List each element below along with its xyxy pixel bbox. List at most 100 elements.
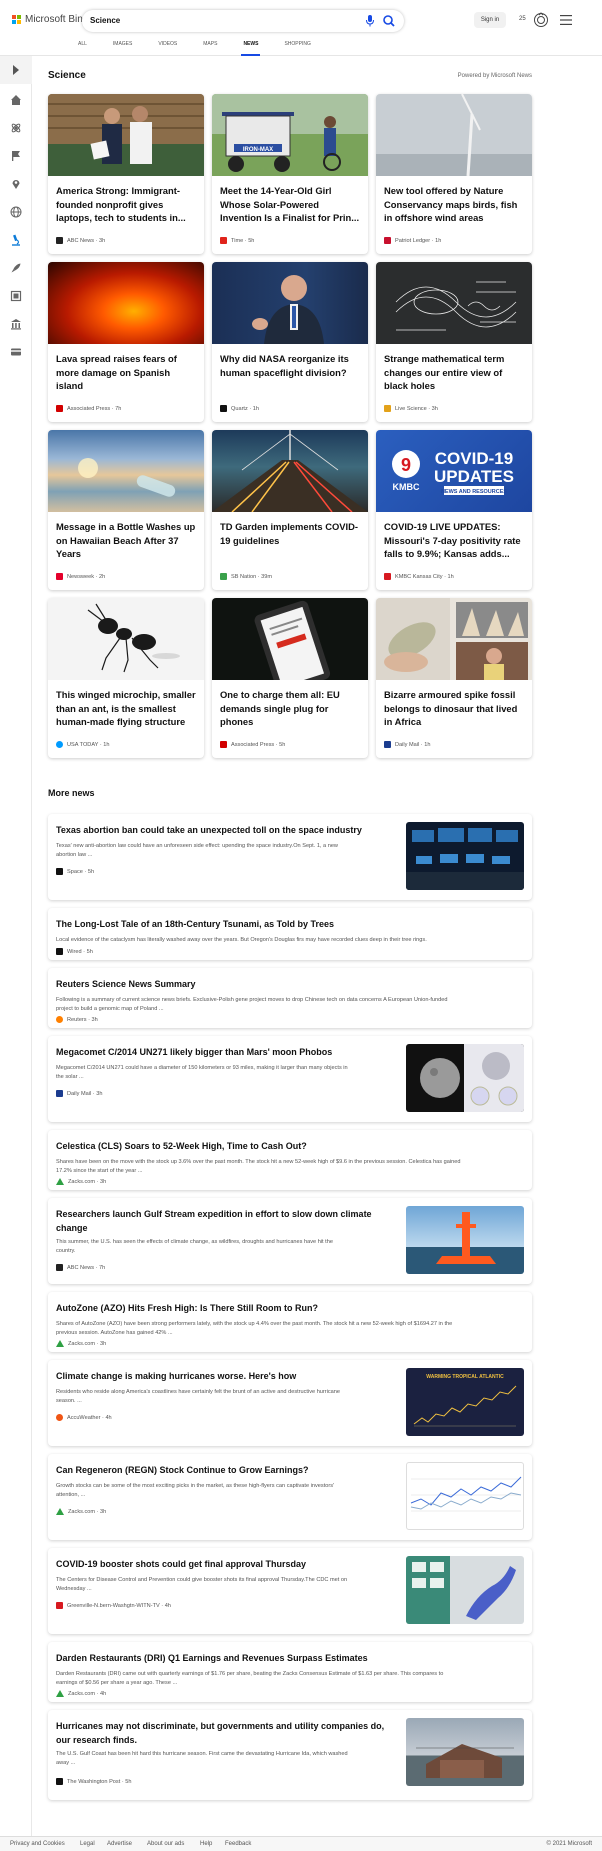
card-title[interactable]: Why did NASA reorganize its human spacef…	[220, 352, 362, 379]
building-icon[interactable]	[10, 318, 22, 330]
card-source: USA TODAY · 1h	[56, 741, 110, 748]
news-card[interactable]: America Strong: Immigrant-founded nonpro…	[48, 94, 204, 254]
card-image	[48, 262, 204, 344]
item-title[interactable]: Can Regeneron (REGN) Stock Continue to G…	[56, 1463, 396, 1477]
item-title[interactable]: Researchers launch Gulf Stream expeditio…	[56, 1207, 396, 1235]
card-icon[interactable]	[10, 346, 22, 358]
microphone-icon[interactable]	[365, 15, 375, 27]
news-card[interactable]: TD Garden implements COVID-19 guidelines…	[212, 430, 368, 590]
search-box[interactable]: Science	[82, 10, 404, 32]
news-card[interactable]: 9 KMBC COVID-19 UPDATES NEWS AND RESOURCES C…	[376, 430, 532, 590]
tab-images[interactable]: IMAGES	[113, 41, 132, 56]
card-title[interactable]: Lava spread raises fears of more damage …	[56, 352, 198, 393]
microscope-icon[interactable]	[10, 234, 22, 246]
publisher-icon	[220, 741, 227, 748]
news-card[interactable]: This winged microchip, smaller than an a…	[48, 598, 204, 758]
sign-in-button[interactable]: Sign in	[474, 12, 506, 28]
search-button[interactable]	[380, 12, 398, 30]
more-news-item[interactable]: Can Regeneron (REGN) Stock Continue to G…	[48, 1454, 532, 1540]
news-card[interactable]: Strange mathematical term changes our en…	[376, 262, 532, 422]
news-card[interactable]: Bizarre armoured spike fossil belongs to…	[376, 598, 532, 758]
news-card[interactable]: Message in a Bottle Washes up on Hawaiia…	[48, 430, 204, 590]
rocket-icon[interactable]	[10, 262, 22, 274]
footer-link-advertise[interactable]: Advertise	[107, 1841, 132, 1847]
news-card[interactable]: Lava spread raises fears of more damage …	[48, 262, 204, 422]
item-source: Space · 5h	[56, 868, 94, 875]
card-title[interactable]: Strange mathematical term changes our en…	[384, 352, 526, 393]
card-title[interactable]: This winged microchip, smaller than an a…	[56, 688, 198, 729]
more-news-item[interactable]: AutoZone (AZO) Hits Fresh High: Is There…	[48, 1292, 532, 1352]
zacks-icon	[56, 1178, 64, 1185]
item-title[interactable]: Reuters Science News Summary	[56, 977, 526, 991]
publisher-icon	[384, 405, 391, 412]
news-card[interactable]: New tool offered by Nature Conservancy m…	[376, 94, 532, 254]
publisher-icon	[220, 573, 227, 580]
powered-by[interactable]: Powered by Microsoft News	[458, 73, 532, 79]
card-title[interactable]: America Strong: Immigrant-founded nonpro…	[56, 184, 198, 225]
news-card[interactable]: One to charge them all: EU demands singl…	[212, 598, 368, 758]
more-news-item[interactable]: Celestica (CLS) Soars to 52-Week High, T…	[48, 1130, 532, 1190]
tab-videos[interactable]: VIDEOS	[158, 41, 177, 56]
card-title[interactable]: COVID-19 LIVE UPDATES: Missouri's 7-day …	[384, 520, 526, 561]
more-news-item[interactable]: COVID-19 booster shots could get final a…	[48, 1548, 532, 1634]
publisher-icon	[56, 1264, 63, 1271]
card-source: SB Nation · 39m	[220, 573, 272, 580]
footer-link-legal[interactable]: Legal	[80, 1841, 95, 1847]
card-title[interactable]: One to charge them all: EU demands singl…	[220, 688, 362, 729]
search-input[interactable]: Science	[90, 16, 120, 25]
newspaper-icon[interactable]	[10, 290, 22, 302]
card-title[interactable]: TD Garden implements COVID-19 guidelines	[220, 520, 362, 547]
item-source: AccuWeather · 4h	[56, 1414, 112, 1421]
more-news-item[interactable]: Hurricanes may not discriminate, but gov…	[48, 1710, 532, 1800]
more-news-item[interactable]: Texas abortion ban could take an unexpec…	[48, 814, 532, 900]
item-thumbnail	[406, 822, 524, 890]
item-description: This summer, the U.S. has seen the effec…	[56, 1239, 333, 1254]
tab-shopping[interactable]: SHOPPING	[284, 41, 310, 56]
more-news-item[interactable]: Darden Restaurants (DRI) Q1 Earnings and…	[48, 1642, 532, 1702]
item-title[interactable]: AutoZone (AZO) Hits Fresh High: Is There…	[56, 1301, 526, 1315]
card-title[interactable]: Bizarre armoured spike fossil belongs to…	[384, 688, 526, 729]
news-card[interactable]: IRON-MAX Meet the 14-Year-Old Girl Whose…	[212, 94, 368, 254]
publisher-icon	[56, 1414, 63, 1421]
card-title[interactable]: New tool offered by Nature Conservancy m…	[384, 184, 526, 225]
home-icon[interactable]	[10, 94, 22, 106]
flag-icon[interactable]	[10, 150, 22, 162]
science-icon[interactable]	[10, 122, 22, 134]
publisher-icon	[384, 741, 391, 748]
more-news-item[interactable]: The Long-Lost Tale of an 18th-Century Ts…	[48, 908, 532, 960]
item-title[interactable]: Darden Restaurants (DRI) Q1 Earnings and…	[56, 1651, 526, 1665]
item-title[interactable]: Texas abortion ban could take an unexpec…	[56, 823, 396, 837]
more-news-item[interactable]: Climate change is making hurricanes wors…	[48, 1360, 532, 1446]
footer-link-feedback[interactable]: Feedback	[225, 1841, 251, 1847]
item-title[interactable]: Climate change is making hurricanes wors…	[56, 1369, 396, 1383]
card-title[interactable]: Message in a Bottle Washes up on Hawaiia…	[56, 520, 198, 561]
card-source: Quartz · 1h	[220, 405, 259, 412]
tab-maps[interactable]: MAPS	[203, 41, 217, 56]
item-title[interactable]: Megacomet C/2014 UN271 likely bigger tha…	[56, 1045, 396, 1059]
item-title[interactable]: Hurricanes may not discriminate, but gov…	[56, 1719, 396, 1747]
more-news-item[interactable]: Researchers launch Gulf Stream expeditio…	[48, 1198, 532, 1284]
news-card[interactable]: Why did NASA reorganize its human spacef…	[212, 262, 368, 422]
more-news-item[interactable]: Megacomet C/2014 UN271 likely bigger tha…	[48, 1036, 532, 1122]
item-title[interactable]: The Long-Lost Tale of an 18th-Century Ts…	[56, 917, 526, 931]
publisher-icon	[56, 1602, 63, 1609]
section-title: Science	[48, 70, 86, 81]
tab-news[interactable]: NEWS	[241, 41, 261, 56]
footer-link-help[interactable]: Help	[200, 1841, 212, 1847]
rewards-icon[interactable]	[533, 12, 549, 28]
location-icon[interactable]	[10, 178, 22, 190]
item-source: ABC News · 7h	[56, 1264, 105, 1271]
footer-link-about-ads[interactable]: About our ads	[147, 1841, 184, 1847]
card-title[interactable]: Meet the 14-Year-Old Girl Whose Solar-Po…	[220, 184, 362, 225]
expand-sidebar-button[interactable]	[0, 56, 32, 84]
item-title[interactable]: COVID-19 booster shots could get final a…	[56, 1557, 396, 1571]
more-news-item[interactable]: Reuters Science News Summary Following i…	[48, 968, 532, 1028]
hamburger-menu-icon[interactable]	[560, 15, 572, 25]
tab-all[interactable]: ALL	[78, 41, 87, 56]
publisher-icon	[56, 741, 63, 748]
item-title[interactable]: Celestica (CLS) Soars to 52-Week High, T…	[56, 1139, 526, 1153]
rewards-points[interactable]: 25	[519, 16, 526, 22]
globe-icon[interactable]	[10, 206, 22, 218]
bing-logo[interactable]: Microsoft Bing	[12, 14, 88, 25]
footer-link-privacy[interactable]: Privacy and Cookies	[10, 1841, 65, 1847]
